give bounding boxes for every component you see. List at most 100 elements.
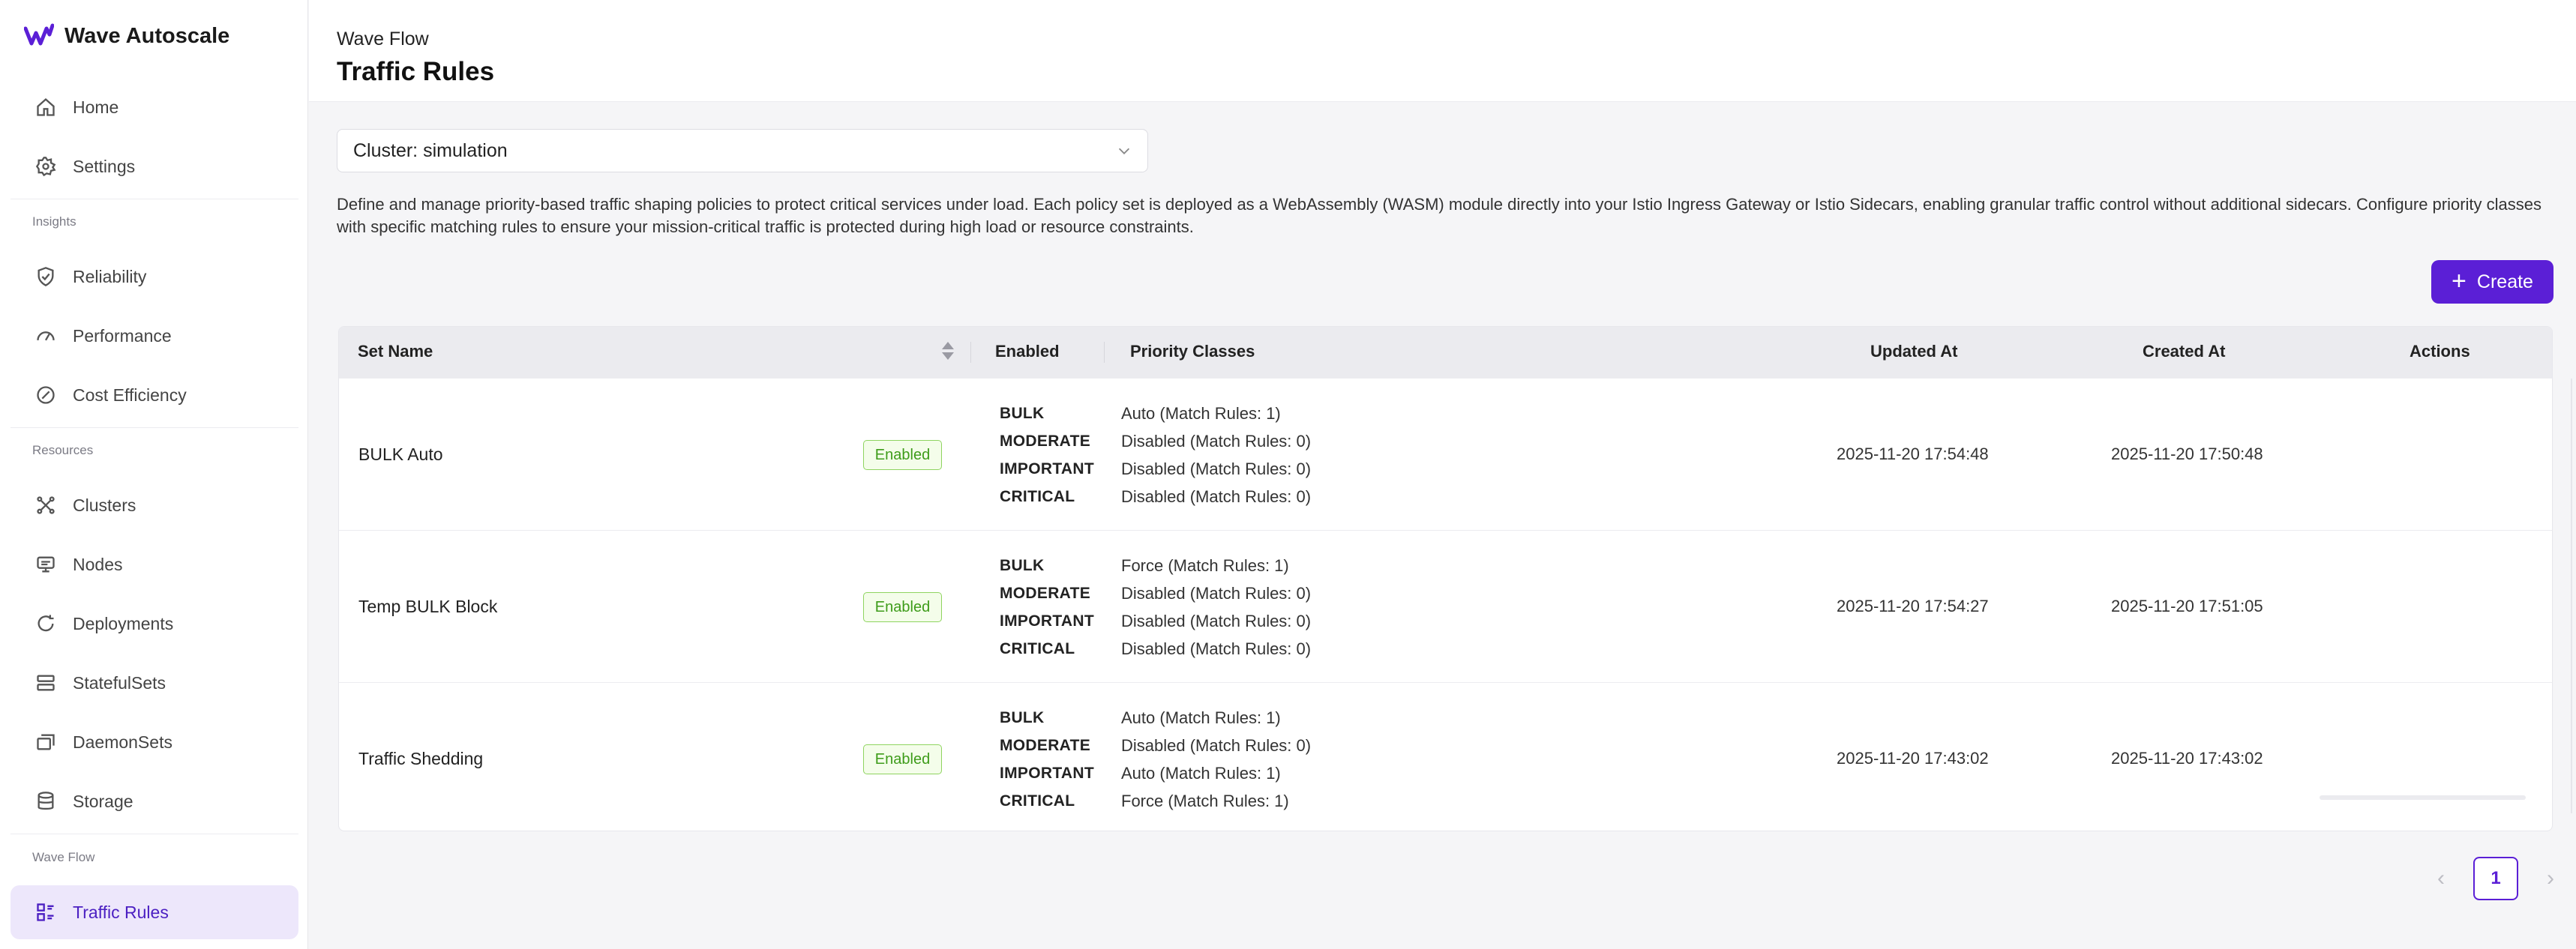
divider: [10, 427, 298, 428]
priority-classes: BULK Force (Match Rules: 1) MODERATE Disab…: [1000, 552, 1600, 663]
stack-icon: [34, 672, 57, 694]
column-header-actions: Actions: [2410, 342, 2470, 361]
priority-class-value: Force (Match Rules: 1): [1121, 792, 1289, 810]
updated-at: 2025-11-20 17:54:27: [1837, 597, 1989, 615]
sidebar-item-clusters[interactable]: Clusters: [10, 478, 298, 532]
priority-class-name: CRITICAL: [1000, 792, 1075, 810]
sidebar-item-reliability[interactable]: Reliability: [10, 250, 298, 304]
created-at: 2025-11-20 17:50:48: [2111, 445, 2263, 463]
priority-class-name: BULK: [1000, 405, 1045, 422]
section-label-wave-flow: Wave Flow: [32, 850, 95, 864]
section-label-resources: Resources: [32, 443, 94, 457]
sidebar-item-storage[interactable]: Storage: [10, 774, 298, 828]
sidebar-item-label: Reliability: [73, 266, 147, 286]
priority-class-value: Auto (Match Rules: 1): [1121, 764, 1281, 783]
column-header-updated-at: Updated At: [1870, 342, 1958, 361]
priority-class-line: CRITICAL Disabled (Match Rules: 0): [1000, 483, 1600, 510]
section-label-insights: Insights: [32, 214, 76, 229]
traffic-rules-table: Set Name Enabled Priority Classes Update…: [338, 326, 2553, 831]
horizontal-scrollbar[interactable]: [2320, 795, 2526, 800]
priority-class-value: Disabled (Match Rules: 0): [1121, 612, 1312, 630]
sidebar-item-deployments[interactable]: Deployments: [10, 597, 298, 651]
gear-icon: [34, 155, 57, 178]
chevron-down-icon: [1118, 148, 1130, 154]
sidebar-item-home[interactable]: Home: [10, 80, 298, 134]
priority-class-value: Auto (Match Rules: 1): [1121, 708, 1281, 727]
database-icon: [34, 790, 57, 813]
create-button[interactable]: + Create: [2431, 260, 2554, 304]
brand-name: Wave Autoscale: [64, 23, 230, 48]
priority-class-line: IMPORTANT Auto (Match Rules: 1): [1000, 759, 1600, 787]
sidebar-item-label: Performance: [73, 325, 172, 346]
priority-class-line: CRITICAL Force (Match Rules: 1): [1000, 787, 1600, 815]
sort-icon[interactable]: [942, 342, 954, 361]
priority-class-line: MODERATE Disabled (Match Rules: 0): [1000, 732, 1600, 759]
wave-logo-icon: [24, 23, 54, 46]
updated-at: 2025-11-20 17:54:48: [1837, 445, 1989, 463]
pagination-prev-button[interactable]: ‹: [2430, 866, 2452, 891]
priority-class-name: BULK: [1000, 709, 1045, 726]
refresh-icon: [34, 612, 57, 635]
priority-class-name: IMPORTANT: [1000, 765, 1094, 782]
create-button-label: Create: [2476, 271, 2533, 292]
sidebar-item-performance[interactable]: Performance: [10, 309, 298, 363]
sidebar-item-label: Clusters: [73, 495, 136, 515]
pagination-next-button[interactable]: ›: [2539, 866, 2562, 891]
sidebar-item-label: Settings: [73, 156, 136, 176]
priority-class-line: IMPORTANT Disabled (Match Rules: 0): [1000, 455, 1600, 483]
table-row[interactable]: BULK Auto Enabled BULK Auto (Match Rules:…: [339, 378, 2552, 530]
cluster-select-value: Cluster: simulation: [353, 139, 508, 161]
sidebar-item-statefulsets[interactable]: StatefulSets: [10, 656, 298, 710]
breadcrumb[interactable]: Wave Flow: [337, 28, 429, 50]
sidebar-item-label: Cost Efficiency: [73, 385, 187, 405]
updated-at: 2025-11-20 17:43:02: [1837, 749, 1989, 768]
priority-class-line: BULK Auto (Match Rules: 1): [1000, 704, 1600, 732]
sidebar-item-settings[interactable]: Settings: [10, 139, 298, 193]
table-row[interactable]: Temp BULK Block Enabled BULK Force (Match…: [339, 530, 2552, 682]
priority-class-value: Disabled (Match Rules: 0): [1121, 639, 1312, 658]
priority-class-name: MODERATE: [1000, 433, 1091, 450]
pagination-page-button[interactable]: 1: [2473, 857, 2518, 900]
sidebar-item-nodes[interactable]: Nodes: [10, 537, 298, 591]
sidebar-item-cost-efficiency[interactable]: Cost Efficiency: [10, 368, 298, 422]
priority-class-line: MODERATE Disabled (Match Rules: 0): [1000, 579, 1600, 607]
cluster-icon: [34, 494, 57, 516]
status-badge: Enabled: [863, 440, 942, 470]
plus-icon: +: [2452, 266, 2467, 295]
sidebar-item-traffic-rules[interactable]: Traffic Rules: [10, 885, 298, 939]
column-divider: [1104, 342, 1105, 363]
brand[interactable]: Wave Autoscale: [24, 22, 229, 49]
sidebar-item-label: Deployments: [73, 613, 174, 633]
cluster-select[interactable]: Cluster: simulation: [337, 129, 1148, 172]
priority-class-value: Disabled (Match Rules: 0): [1121, 487, 1312, 506]
slash-circle-icon: [34, 384, 57, 406]
sidebar-item-label: DaemonSets: [73, 732, 172, 752]
monitor-icon: [34, 553, 57, 576]
priority-class-line: BULK Force (Match Rules: 1): [1000, 552, 1600, 579]
home-icon: [34, 96, 57, 118]
priority-class-line: MODERATE Disabled (Match Rules: 0): [1000, 427, 1600, 455]
priority-class-name: BULK: [1000, 557, 1045, 574]
set-name: BULK Auto: [358, 445, 443, 464]
priority-class-name: CRITICAL: [1000, 488, 1075, 505]
column-header-created-at: Created At: [2143, 342, 2226, 361]
priority-class-name: MODERATE: [1000, 737, 1091, 754]
priority-class-value: Disabled (Match Rules: 0): [1121, 736, 1312, 755]
table-row[interactable]: Traffic Shedding Enabled BULK Auto (Match…: [339, 682, 2552, 831]
created-at: 2025-11-20 17:51:05: [2111, 597, 2263, 615]
page-description: Define and manage priority-based traffic…: [337, 195, 2542, 236]
priority-class-value: Disabled (Match Rules: 0): [1121, 584, 1312, 603]
column-divider: [970, 342, 971, 363]
set-name: Traffic Shedding: [358, 749, 484, 768]
status-badge: Enabled: [863, 744, 942, 774]
sidebar: Wave Autoscale Home Settings Insights Re…: [0, 0, 308, 949]
priority-class-name: MODERATE: [1000, 585, 1091, 602]
page-header: Wave Flow Traffic Rules: [309, 0, 2576, 102]
vertical-scrollbar[interactable]: [2571, 379, 2572, 813]
priority-class-value: Force (Match Rules: 1): [1121, 556, 1289, 575]
priority-class-line: BULK Auto (Match Rules: 1): [1000, 400, 1600, 427]
shield-icon: [34, 265, 57, 288]
sidebar-item-daemonsets[interactable]: DaemonSets: [10, 715, 298, 769]
column-header-set-name[interactable]: Set Name: [358, 342, 433, 361]
priority-class-name: IMPORTANT: [1000, 612, 1094, 630]
